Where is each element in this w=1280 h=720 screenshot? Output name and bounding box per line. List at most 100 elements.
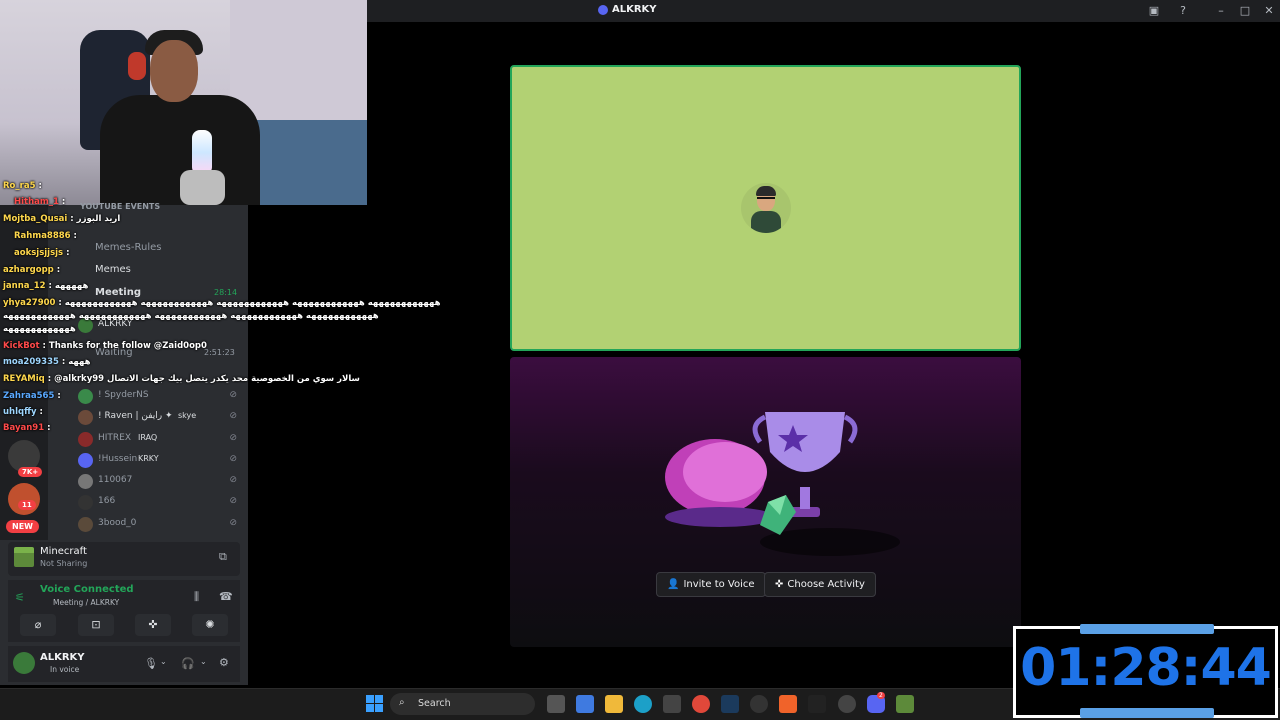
headphones-icon[interactable]: 🎧 xyxy=(181,657,195,670)
channel-memes-rules[interactable]: Memes-Rules xyxy=(95,241,161,255)
chat-text: اريد البوزر xyxy=(76,214,121,224)
camera-off-button[interactable]: ⌀ xyxy=(20,614,56,636)
voice-user-tag: skye xyxy=(178,411,197,420)
user-status: In voice xyxy=(50,665,80,674)
store-icon[interactable] xyxy=(663,695,681,713)
voice-user-tag: KRKY xyxy=(138,454,159,463)
avatar xyxy=(78,517,93,532)
disconnect-icon[interactable]: ☎ xyxy=(219,590,233,603)
voice-user-name: !Hussein xyxy=(98,454,138,464)
voice-user-name: 166 xyxy=(98,496,116,506)
soundboard-button[interactable]: ✺ xyxy=(192,614,228,636)
voice-user[interactable]: !Hussein KRKY ⊘ xyxy=(78,452,243,470)
chat-username: Hitham_1 xyxy=(14,197,59,207)
avatar xyxy=(78,432,93,447)
inbox-icon[interactable]: ▣ xyxy=(1146,3,1162,19)
chat-message: Mojtba_Qusai : اريد البوزر xyxy=(3,214,121,224)
task-view-icon[interactable] xyxy=(547,695,565,713)
user-avatar xyxy=(741,183,791,233)
voice-user[interactable]: 166 ⊘ xyxy=(78,494,243,512)
discord-logo-icon xyxy=(598,5,608,15)
invite-to-voice-button[interactable]: 👤 Invite to Voice xyxy=(656,572,766,597)
chat-message: moa209335 : هههه xyxy=(3,357,91,367)
activity-illustration xyxy=(665,412,900,556)
choose-activity-button[interactable]: ✜ Choose Activity xyxy=(764,572,876,597)
activities-button[interactable]: ✜ xyxy=(135,614,171,636)
chat-username: Mojtba_Qusai xyxy=(3,214,68,224)
help-icon[interactable]: ? xyxy=(1175,3,1191,19)
minimize-button[interactable]: – xyxy=(1213,3,1229,19)
username[interactable]: ALKRKY xyxy=(40,652,85,663)
maximize-button[interactable]: □ xyxy=(1237,3,1253,19)
chat-text: ههههههههههههه ههههههههههههه هههههههههههه… xyxy=(3,311,379,321)
chat-username: aoksjsjjsjs xyxy=(14,248,64,258)
chat-text: @alkrky99 سالار سوي من الخصوصية محد يكدر… xyxy=(54,374,360,384)
category-youtube-events[interactable]: YOUTUBE EVENTS xyxy=(80,200,160,214)
voice-user-name: HITREX xyxy=(98,433,132,443)
voice-user-tag: IRAQ xyxy=(138,433,158,442)
minecraft-taskbar-icon[interactable] xyxy=(896,695,914,713)
chat-username: Zahraa565 xyxy=(3,391,55,401)
chat-username: KickBot xyxy=(3,341,40,351)
edge-browser-icon[interactable] xyxy=(634,695,652,713)
voice-user[interactable]: 110067 ⊘ xyxy=(78,473,243,491)
noise-suppression-icon[interactable]: ⫼ xyxy=(194,590,199,604)
copilot-icon[interactable] xyxy=(576,695,594,713)
deafened-icon: ⊘ xyxy=(229,475,237,485)
timer-value: 01:28:44 xyxy=(1020,638,1272,698)
chevron-down-icon[interactable]: ⌄ xyxy=(200,657,207,666)
add-person-icon: 👤 xyxy=(667,579,680,590)
capcut-icon[interactable] xyxy=(808,695,826,713)
deafened-icon: ⊘ xyxy=(229,411,237,421)
share-screen-button[interactable]: ⊡ xyxy=(78,614,114,636)
chat-text: ههههههههههههه xyxy=(3,324,76,334)
file-explorer-icon[interactable] xyxy=(605,695,623,713)
server-badge: 7K+ xyxy=(18,467,43,477)
webcam-feed xyxy=(0,0,367,205)
activity-panel xyxy=(510,357,1021,647)
voice-status[interactable]: Voice Connected xyxy=(40,584,134,595)
activity-title: Minecraft xyxy=(40,546,87,557)
channel-memes[interactable]: Memes xyxy=(95,263,131,277)
windows-start-icon[interactable] xyxy=(366,695,384,713)
avatar xyxy=(78,495,93,510)
voice-user[interactable]: HITREX IRAQ ⊘ xyxy=(78,431,243,449)
voice-location[interactable]: Meeting / ALKRKY xyxy=(53,598,119,607)
apps-icon: ✜ xyxy=(775,579,784,590)
chevron-down-icon[interactable]: ⌄ xyxy=(160,657,167,666)
chrome-icon[interactable] xyxy=(692,695,710,713)
voice-user[interactable]: ! Raven | رايفن ✦ skye ⊘ xyxy=(78,409,243,427)
steam-icon[interactable] xyxy=(721,695,739,713)
screen-share-icon[interactable]: ⧉ xyxy=(219,550,227,564)
taskbar-search[interactable]: Search xyxy=(390,693,535,715)
chat-username: uhlqffy xyxy=(3,407,37,417)
voice-user-name: 110067 xyxy=(98,475,133,485)
user-avatar-small[interactable] xyxy=(13,652,35,674)
chat-message: aoksjsjjsjs : xyxy=(14,248,70,258)
voice-user[interactable]: ! SpyderNS ⊘ xyxy=(78,388,243,406)
chat-message: janna_12 : هههههه xyxy=(3,281,89,291)
search-icon: ⌕ xyxy=(399,697,405,708)
app-icon[interactable] xyxy=(838,695,856,713)
chat-message: Hitham_1 : xyxy=(14,197,66,207)
chat-username: janna_12 xyxy=(3,281,46,291)
voice-user-name: ! Raven | رايفن ✦ xyxy=(98,411,173,421)
chat-username: moa209335 xyxy=(3,357,59,367)
server-icon[interactable] xyxy=(8,483,40,515)
signal-icon[interactable]: ⚟ xyxy=(15,591,25,604)
chat-username: Bayan91 xyxy=(3,423,45,433)
chat-username: azhargopp xyxy=(3,265,54,275)
deafened-icon: ⊘ xyxy=(229,433,237,443)
settings-gear-icon[interactable]: ⚙ xyxy=(219,656,229,669)
voice-user[interactable]: 3bood_0 ⊘ xyxy=(78,516,243,534)
title-bar xyxy=(367,0,1280,22)
chat-message: ههههههههههههه ههههههههههههه هههههههههههه… xyxy=(3,311,379,321)
obs-icon[interactable] xyxy=(750,695,768,713)
notification-badge: 2 xyxy=(877,692,885,699)
chat-message: REYAMiq : @alkrky99 سالار سوي من الخصوصي… xyxy=(3,374,360,384)
avatar xyxy=(78,453,93,468)
close-button[interactable]: ✕ xyxy=(1261,3,1277,19)
brave-icon[interactable] xyxy=(779,695,797,713)
microphone-icon[interactable]: 🎙 xyxy=(144,657,158,670)
server-badge: 11 xyxy=(18,500,36,510)
